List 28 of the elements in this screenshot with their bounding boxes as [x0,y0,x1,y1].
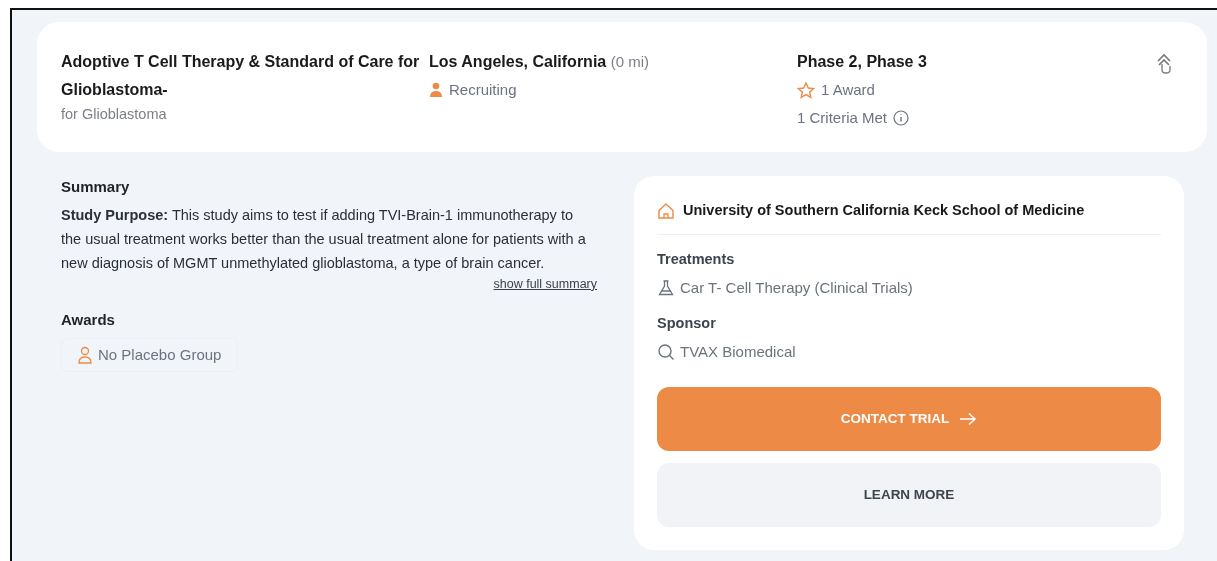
learn-more-button[interactable]: LEARN MORE [657,463,1161,528]
awards-count: 1 Award [821,80,875,100]
location: Los Angeles, California [429,53,607,70]
site-name: University of Southern California Keck School of Medicine [683,201,1085,220]
arrow-right-icon [959,412,978,427]
collapse-icon[interactable] [1155,52,1173,74]
section-heading: Sponsor [657,314,717,333]
section-heading: Summary [61,177,131,197]
section-heading: Treatments [657,249,736,269]
home-icon [657,201,675,220]
flask-icon [657,278,675,297]
summary-text: Study Purpose: This study aims to test if adding TVI-Brain-1 immunotherapy to the usual treatment works better than the usual treatment alone for patients with a new diagnosis of MGMT unmethylated glioblastoma, a type of brain cancer. [61,205,587,273]
criteria-met: 1 Criteria Met [797,108,888,128]
distance: (0 mi) [610,53,649,70]
person-icon [78,346,92,364]
show-full-summary-link[interactable]: show full summary [61,274,597,294]
trial-title: Adoptive T Cell Therapy & Standard of Care for Glioblastoma- [61,52,421,100]
star-icon [797,81,815,99]
section-heading: Awards [61,310,116,331]
award-chip: No Placebo Group [61,337,239,373]
phase: Phase 2, Phase 3 [797,52,928,72]
info-icon[interactable] [893,110,910,126]
sponsor: TVAX Biomedical [680,341,796,362]
person-icon [429,82,443,98]
search-icon [657,343,675,361]
trial-subtitle: for Glioblastoma [61,105,168,124]
treatment: Car T- Cell Therapy (Clinical Trials) [680,277,913,298]
status: Recruiting [449,80,517,100]
